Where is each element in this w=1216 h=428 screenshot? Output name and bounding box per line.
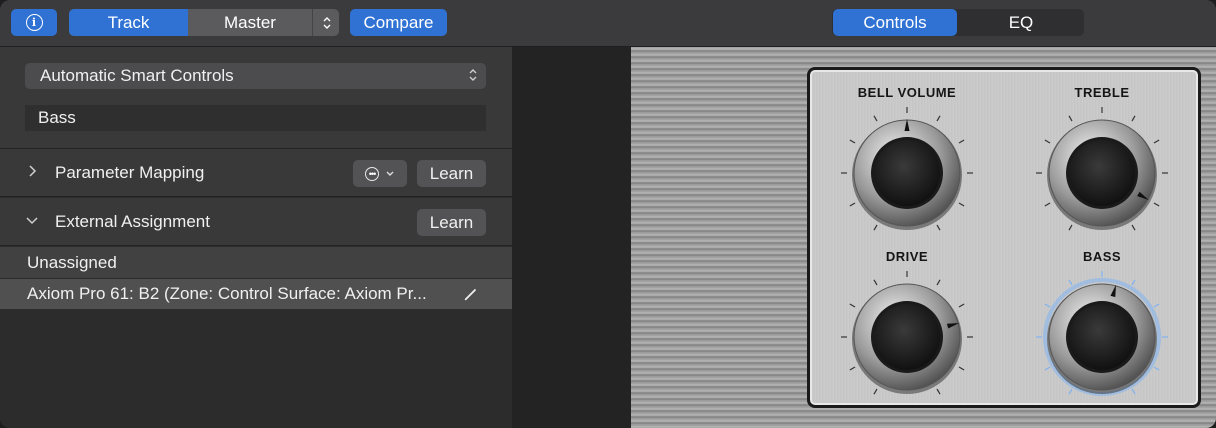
knob-tick	[1153, 139, 1160, 144]
knob-tick	[1153, 202, 1160, 207]
knob-cap	[1069, 140, 1135, 206]
chevron-down-icon	[386, 171, 394, 176]
list-item-axiom-assignment[interactable]: Axiom Pro 61: B2 (Zone: Control Surface:…	[0, 278, 512, 309]
amp-panel: BELL VOLUME TREBLE DRIVE BASS	[631, 47, 1216, 428]
smart-controls-window: i Track Master Compare Controls EQ Autom…	[0, 0, 1216, 428]
knob-cap	[1069, 304, 1135, 370]
knob-tick	[958, 366, 965, 371]
parameter-mapping-menu-button[interactable]: •••	[353, 160, 407, 187]
external-assignment-label: External Assignment	[55, 212, 210, 231]
disclosure-toggle-parameter-mapping[interactable]	[24, 163, 40, 179]
smart-controls-select[interactable]: Automatic Smart Controls	[25, 63, 486, 89]
toolbar: i Track Master Compare Controls EQ	[0, 0, 1216, 47]
compare-button[interactable]: Compare	[350, 9, 447, 36]
knob-label-drive: DRIVE	[885, 249, 929, 264]
knob-tick	[873, 224, 878, 231]
smart-controls-select-value: Automatic Smart Controls	[40, 66, 234, 85]
info-button[interactable]: i	[11, 9, 57, 36]
knob-tick	[1131, 279, 1136, 286]
knob-tick	[1068, 115, 1073, 122]
knob-label-bell-volume: BELL VOLUME	[857, 85, 957, 100]
track-master-selector: Track Master	[69, 9, 339, 36]
knob-tick	[849, 366, 856, 371]
knob-tick	[1044, 202, 1051, 207]
track-button[interactable]: Track	[69, 9, 188, 36]
chevron-up-down-icon	[323, 16, 330, 29]
control-name-field[interactable]: Bass	[25, 105, 486, 131]
knob-tick	[936, 388, 941, 395]
knob-tick	[849, 202, 856, 207]
knob-tick	[1131, 115, 1136, 122]
tab-eq[interactable]: EQ	[958, 9, 1084, 36]
knob-tick	[958, 202, 965, 207]
knob-tick	[1068, 388, 1073, 395]
knob-drive[interactable]	[837, 267, 977, 407]
knob-tick	[1044, 366, 1051, 371]
knob-tick	[1068, 279, 1073, 286]
knob-tick	[1153, 366, 1160, 371]
external-assignment-row: External Assignment Learn	[0, 198, 512, 246]
pencil-icon[interactable]	[462, 285, 480, 303]
chevron-right-icon	[29, 165, 37, 177]
list-item-label: Unassigned	[27, 252, 117, 272]
knob-tick	[1153, 303, 1160, 308]
knob-tick	[849, 139, 856, 144]
ellipsis-circle-icon: •••	[365, 166, 379, 181]
knob-bell-volume[interactable]	[837, 103, 977, 243]
divider-strip	[512, 47, 631, 428]
parameter-mapping-row: Parameter Mapping ••• Learn	[0, 149, 512, 197]
knob-cap	[874, 304, 940, 370]
inspector-header: Automatic Smart Controls Bass	[0, 47, 512, 149]
list-item-unassigned[interactable]: Unassigned	[0, 247, 512, 278]
knob-label-treble: TREBLE	[1074, 85, 1130, 100]
knob-tick	[936, 279, 941, 286]
knob-tick	[873, 279, 878, 286]
parameter-mapping-learn-button[interactable]: Learn	[417, 160, 486, 187]
knob-tick	[958, 303, 965, 308]
knob-tick	[873, 115, 878, 122]
external-assignment-learn-button[interactable]: Learn	[417, 209, 486, 236]
smart-controls-inspector: Automatic Smart Controls Bass Parameter …	[0, 47, 512, 428]
master-button[interactable]: Master	[188, 9, 312, 36]
parameter-mapping-label: Parameter Mapping	[55, 163, 205, 182]
knob-tick	[849, 303, 856, 308]
list-item-label: Axiom Pro 61: B2 (Zone: Control Surface:…	[27, 284, 427, 303]
assignment-list: Unassigned Axiom Pro 61: B2 (Zone: Contr…	[0, 247, 512, 309]
knob-label-bass: BASS	[1082, 249, 1122, 264]
knob-tick	[1131, 224, 1136, 231]
knob-tick	[1044, 303, 1051, 308]
chevron-down-icon	[26, 217, 38, 225]
knob-tick	[936, 115, 941, 122]
knob-treble[interactable]	[1032, 103, 1172, 243]
knob-tick	[1131, 388, 1136, 395]
knob-tick	[873, 388, 878, 395]
knob-tick	[936, 224, 941, 231]
knob-tick	[958, 139, 965, 144]
master-stepper[interactable]	[312, 9, 339, 36]
chevron-up-down-icon	[468, 67, 478, 85]
tab-controls[interactable]: Controls	[833, 9, 957, 36]
knob-bass[interactable]	[1032, 267, 1172, 407]
view-selector: Controls EQ	[832, 9, 1084, 36]
knob-tick	[1044, 139, 1051, 144]
smart-controls-faceplate: BELL VOLUME TREBLE DRIVE BASS	[807, 67, 1201, 408]
knob-cap	[874, 140, 940, 206]
disclosure-toggle-external-assignment[interactable]	[24, 212, 40, 228]
knob-tick	[1068, 224, 1073, 231]
info-icon: i	[25, 14, 43, 31]
